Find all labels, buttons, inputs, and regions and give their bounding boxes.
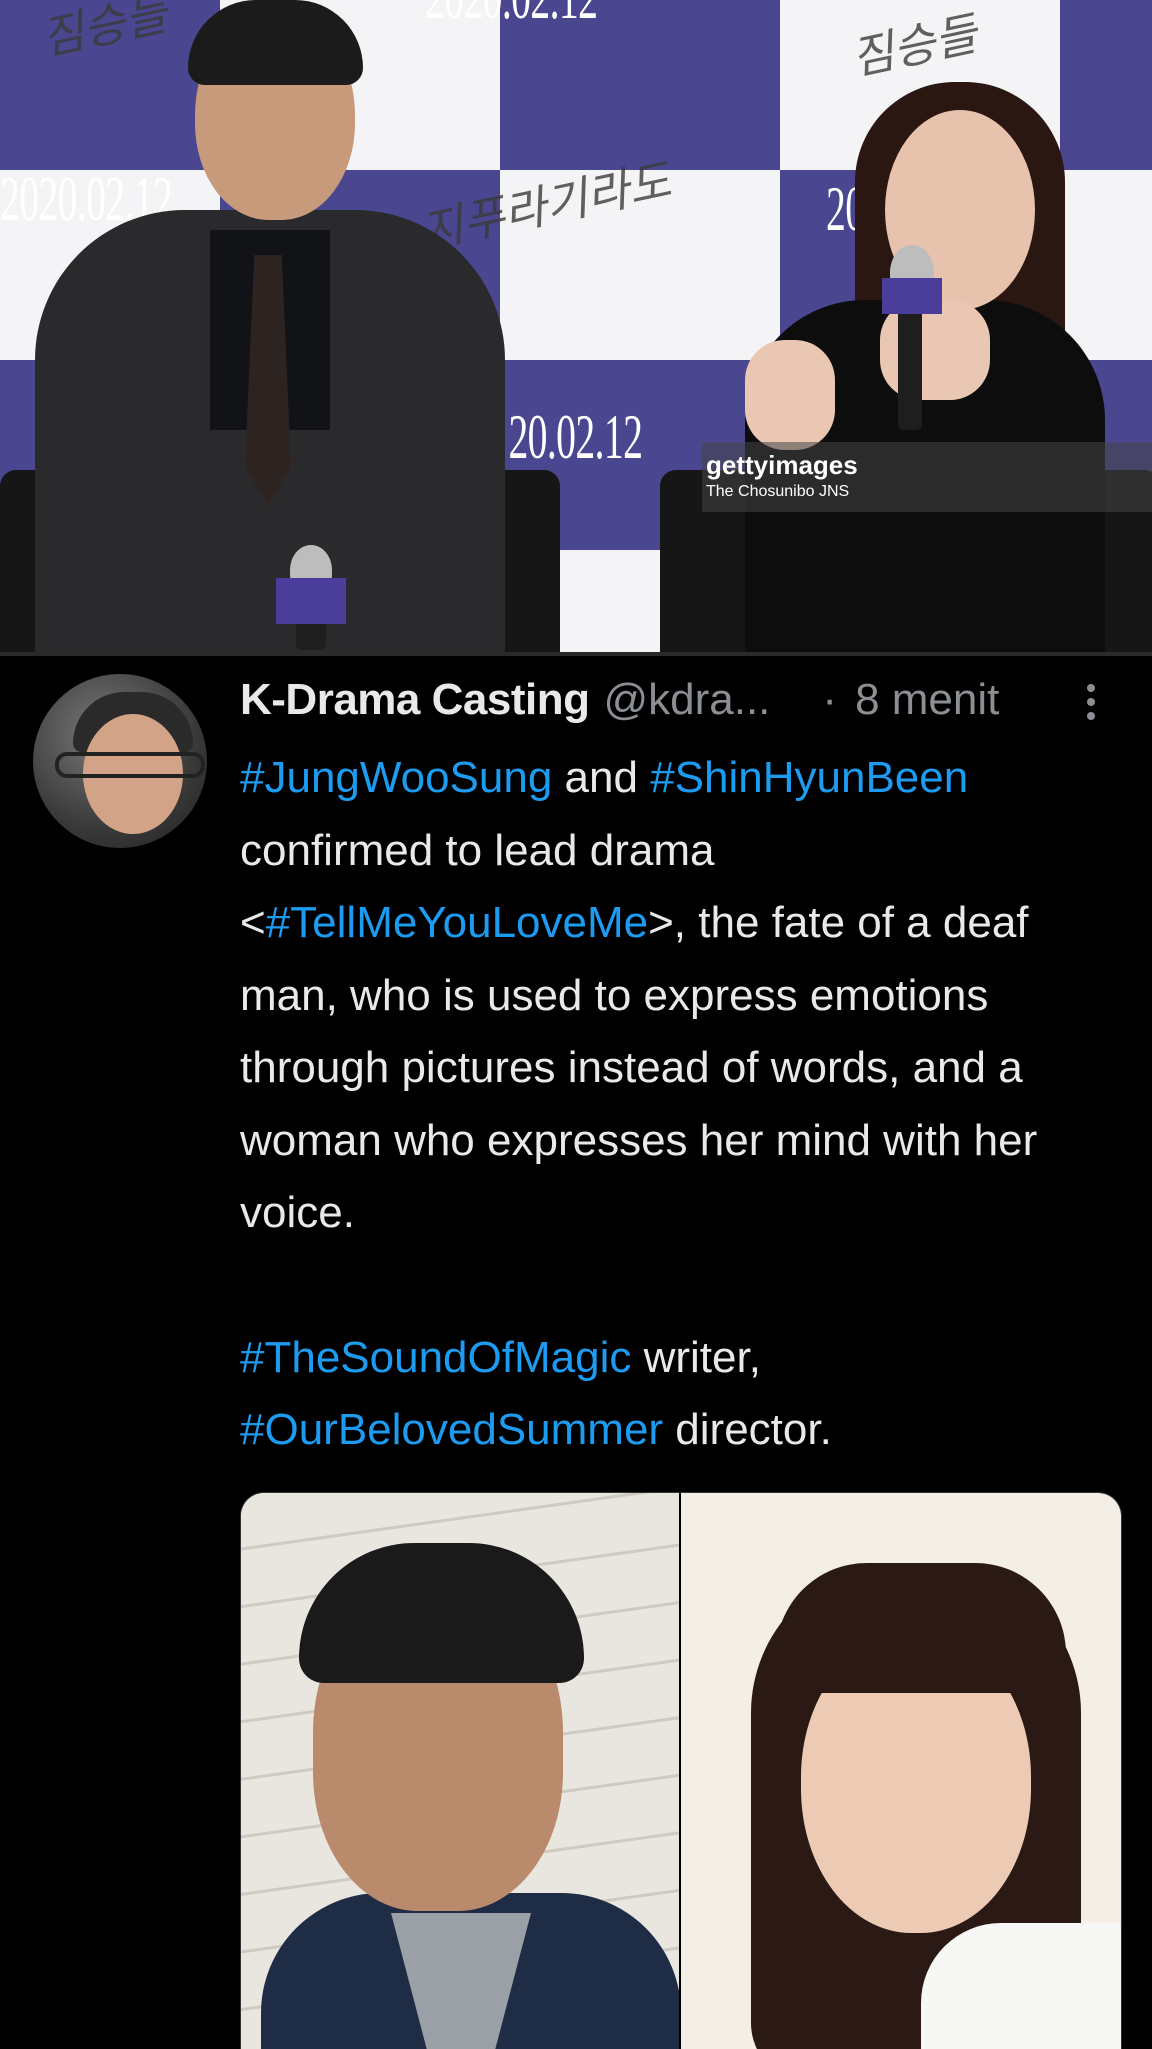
divider [0, 652, 1152, 656]
microphone-flag [276, 578, 346, 624]
tweet-paragraph: #TheSoundOfMagic writer, #OurBelovedSumm… [240, 1322, 1120, 1467]
hashtag-link[interactable]: #OurBelovedSummer [240, 1405, 663, 1454]
woman-hand [880, 300, 990, 400]
hashtag-link[interactable]: #ShinHyunBeen [650, 753, 968, 802]
microphone [898, 300, 922, 430]
author-handle[interactable]: @kdra... [603, 675, 770, 725]
watermark-credit: The Chosunibo JNS [706, 483, 850, 500]
woman-bangs [776, 1563, 1066, 1693]
tweet-paragraph: #JungWooSung and #ShinHyunBeen confirmed… [240, 742, 1120, 1250]
watermark-logo: gettyimages [706, 450, 858, 481]
author-name[interactable]: K-Drama Casting [240, 675, 590, 725]
tweet-text-fragment: and [552, 753, 651, 802]
more-options-icon[interactable] [1084, 680, 1098, 724]
avatar-glasses [55, 752, 205, 778]
author-avatar[interactable] [33, 674, 207, 848]
media-photo-man[interactable] [241, 1493, 679, 2049]
backdrop-date-text: 2020.02.12 [425, 0, 598, 34]
watermark-logo-text: gettyimages [706, 450, 858, 480]
man-hair [188, 0, 363, 85]
tweet-text: #JungWooSung and #ShinHyunBeen confirmed… [240, 742, 1120, 1467]
backdrop-logo-script: 지푸라기라도 [415, 153, 676, 259]
hashtag-link[interactable]: #TellMeYouLoveMe [266, 898, 648, 947]
microphone-flag [882, 278, 942, 314]
media-photo-woman[interactable] [681, 1493, 1121, 2049]
woman-blazer [921, 1923, 1121, 2049]
press-photo[interactable]: 2020.02.12 2020.02.12 2020.02.12 2020.02… [0, 0, 1152, 652]
hashtag-link[interactable]: #TheSoundOfMagic [240, 1333, 631, 1382]
woman-hand [745, 340, 835, 450]
hashtag-link[interactable]: #JungWooSung [240, 753, 552, 802]
tweet-text-fragment: writer, [631, 1332, 761, 1382]
tweet-header: K-Drama Casting @kdra... · 8 menit [240, 672, 999, 728]
tweet-text-fragment: >, the fate of a deaf man, who is used t… [240, 898, 1038, 1237]
backdrop-logo-script: 짐승들 [36, 0, 172, 66]
backdrop-logo-script: 짐승들 [846, 6, 982, 86]
tweet-media[interactable] [240, 1492, 1122, 2049]
separator-dot: · [822, 675, 838, 724]
tweet-timestamp[interactable]: 8 menit [855, 675, 999, 725]
tweet-text-fragment: director. [663, 1405, 832, 1454]
